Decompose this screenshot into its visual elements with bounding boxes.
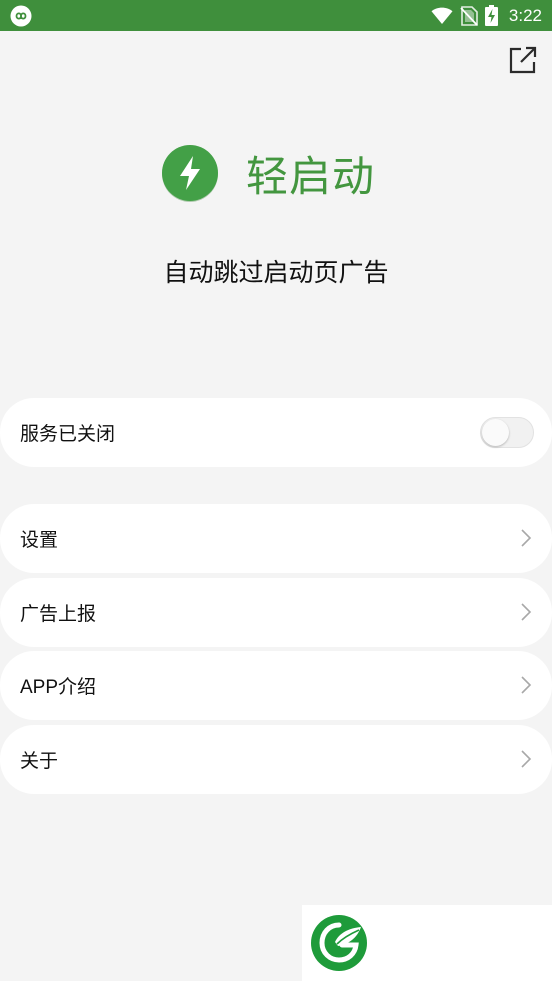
menu-item-label: APP介绍 (20, 677, 97, 698)
status-time: 3:22 (508, 5, 542, 25)
menu-item-settings[interactable]: 设置 (0, 504, 552, 573)
battery-charging-icon (484, 5, 498, 26)
menu-item-label: 广告上报 (20, 604, 97, 625)
service-toggle[interactable] (480, 417, 534, 448)
no-sim-icon (460, 5, 478, 26)
chevron-right-icon (521, 676, 532, 694)
chevron-right-icon (521, 750, 532, 768)
watermark-logo (302, 905, 552, 981)
menu-item-label: 关于 (20, 751, 59, 772)
screen: 3:22 轻启动 自动跳过启动页广告 服务已关闭 设置 广告上报 APP介绍 关… (0, 0, 552, 981)
menu-item-about[interactable]: 关于 (0, 725, 552, 794)
menu-item-app-intro[interactable]: APP介绍 (0, 651, 552, 720)
status-icons: 3:22 (431, 0, 542, 31)
service-status-label: 服务已关闭 (20, 424, 116, 445)
service-status-card: 服务已关闭 (0, 398, 552, 467)
infinity-icon (10, 5, 32, 27)
app-tagline: 自动跳过启动页广告 (163, 258, 389, 287)
lightning-bolt-icon (162, 145, 218, 202)
app-name: 轻启动 (246, 151, 376, 201)
share-icon[interactable] (507, 45, 538, 76)
chevron-right-icon (521, 529, 532, 547)
wifi-icon (431, 7, 453, 24)
toggle-knob (482, 419, 509, 446)
chevron-right-icon (521, 603, 532, 621)
menu-item-label: 设置 (20, 530, 59, 551)
app-brand: 轻启动 (160, 142, 375, 204)
leaf-logo-icon (311, 915, 367, 971)
status-bar: 3:22 (0, 0, 552, 31)
menu-item-ad-report[interactable]: 广告上报 (0, 578, 552, 647)
